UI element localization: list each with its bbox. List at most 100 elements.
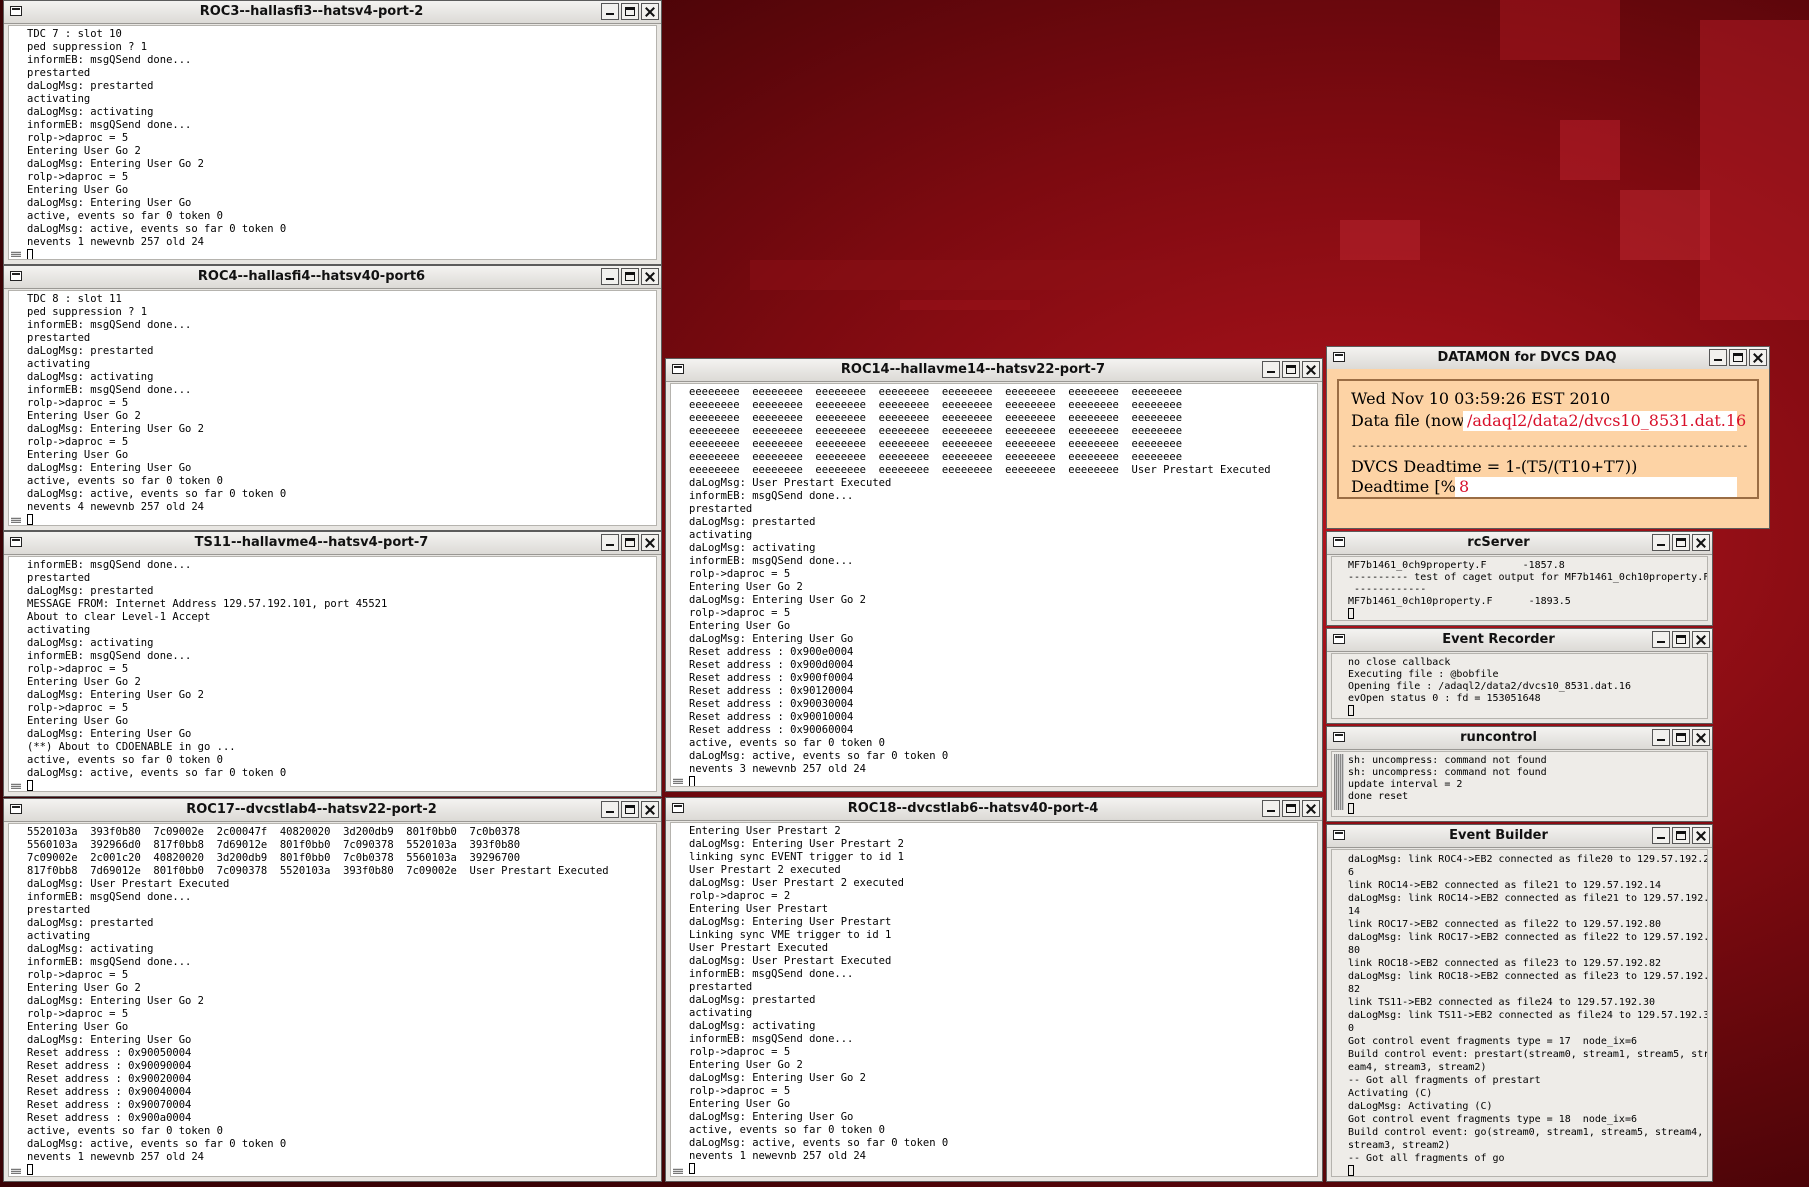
runcontrol-window[interactable]: runcontrol sh: uncompress: command not f… [1326,726,1713,822]
maximize-icon [1283,801,1299,816]
minimize-button[interactable] [1652,631,1670,648]
window-menu-icon[interactable] [672,364,684,374]
window-menu-icon[interactable] [1333,352,1345,362]
maximize-button[interactable] [1729,349,1747,366]
close-button[interactable] [641,268,659,285]
terminal-output[interactable]: sh: uncompress: command not found sh: un… [1331,751,1708,817]
close-button[interactable] [1302,800,1320,817]
text-cursor [27,514,33,525]
terminal-output[interactable]: TDC 7 : slot 10 ped suppression ? 1 info… [8,25,657,260]
close-button[interactable] [1302,361,1320,378]
window-title: ROC4--hallasfi4--hatsv40-port6 [197,269,426,284]
close-icon [1693,535,1709,550]
close-button[interactable] [641,801,659,818]
titlebar[interactable]: runcontrol [1327,727,1712,750]
terminal-window-roc4[interactable]: ROC4--hallasfi4--hatsv40-port6 TDC 8 : s… [3,265,662,531]
terminal-window-roc17[interactable]: ROC17--dvcstlab4--hatsv22-port-2 5520103… [3,798,662,1182]
window-menu-icon[interactable] [1333,830,1345,840]
minimize-icon [602,535,618,550]
minimize-button[interactable] [601,268,619,285]
datafile-label: Data file (now) [1351,411,1471,430]
close-button[interactable] [641,534,659,551]
maximize-button[interactable] [621,268,639,285]
titlebar[interactable]: DATAMON for DVCS DAQ [1327,347,1769,370]
titlebar[interactable]: ROC14--hallavme14--hatsv22-port-7 [666,359,1322,382]
minimize-button[interactable] [601,801,619,818]
minimize-button[interactable] [1262,800,1280,817]
resize-grip-icon[interactable] [11,1168,21,1174]
minimize-button[interactable] [1709,349,1727,366]
minimize-button[interactable] [601,3,619,20]
titlebar[interactable]: ROC3--hallasfi3--hatsv4-port-2 [4,1,661,24]
terminal-text: no close callback Executing file : @bobf… [1348,657,1631,704]
terminal-output[interactable]: daLogMsg: link ROC4->EB2 connected as fi… [1331,849,1708,1177]
terminal-output[interactable]: informEB: msgQSend done... prestarted da… [8,556,657,792]
maximize-button[interactable] [1672,729,1690,746]
maximize-button[interactable] [621,801,639,818]
rcserver-window[interactable]: rcServer MF7b1461_0ch9property.F -1857.8… [1326,531,1713,626]
close-button[interactable] [1692,827,1710,844]
minimize-button[interactable] [1652,534,1670,551]
titlebar[interactable]: ROC18--dvcstlab6--hatsv40-port-4 [666,798,1322,821]
resize-grip-icon[interactable] [11,251,21,257]
window-menu-icon[interactable] [10,6,22,16]
datamon-window[interactable]: DATAMON for DVCS DAQ Wed Nov 10 03:59:26… [1326,346,1770,529]
terminal-output[interactable]: Entering User Prestart 2 daLogMsg: Enter… [670,822,1318,1177]
terminal-window-roc3[interactable]: ROC3--hallasfi3--hatsv4-port-2 TDC 7 : s… [3,0,662,265]
datafile-value: /adaql2/data2/dvcs10_8531.dat.16 [1463,411,1746,431]
event-recorder-window[interactable]: Event Recorder no close callback Executi… [1326,628,1713,724]
minimize-button[interactable] [601,534,619,551]
close-button[interactable] [1692,534,1710,551]
terminal-text: Entering User Prestart 2 daLogMsg: Enter… [689,825,949,1162]
terminal-output[interactable]: MF7b1461_0ch9property.F -1857.8 --------… [1331,556,1708,621]
maximize-button[interactable] [621,3,639,20]
resize-grip-icon[interactable] [11,783,21,789]
maximize-button[interactable] [1672,631,1690,648]
terminal-output[interactable]: 5520103a 393f0b80 7c09002e 2c00047f 4082… [8,823,657,1177]
minimize-icon [1653,828,1669,843]
titlebar[interactable]: TS11--hallavme4--hatsv4-port-7 [4,532,661,555]
terminal-output[interactable]: no close callback Executing file : @bobf… [1331,653,1708,719]
maximize-button[interactable] [621,534,639,551]
close-button[interactable] [641,3,659,20]
terminal-output[interactable]: TDC 8 : slot 11 ped suppression ? 1 info… [8,290,657,526]
window-menu-icon[interactable] [1333,537,1345,547]
resize-grip-icon[interactable] [11,517,21,523]
window-title: rcServer [1467,535,1530,550]
resize-grip-icon[interactable] [673,1168,683,1174]
maximize-button[interactable] [1672,534,1690,551]
window-menu-icon[interactable] [10,537,22,547]
text-cursor [27,1164,33,1175]
resize-grip-icon[interactable] [673,778,683,784]
window-menu-icon[interactable] [1333,732,1345,742]
terminal-window-ts11[interactable]: TS11--hallavme4--hatsv4-port-7 informEB:… [3,531,662,797]
titlebar[interactable]: ROC4--hallasfi4--hatsv40-port6 [4,266,661,289]
minimize-button[interactable] [1262,361,1280,378]
window-menu-icon[interactable] [672,803,684,813]
titlebar[interactable]: rcServer [1327,532,1712,555]
minimize-button[interactable] [1652,729,1670,746]
minimize-button[interactable] [1652,827,1670,844]
close-button[interactable] [1692,729,1710,746]
maximize-button[interactable] [1282,800,1300,817]
maximize-button[interactable] [1672,827,1690,844]
titlebar[interactable]: Event Recorder [1327,629,1712,652]
scrollbar[interactable] [1334,754,1344,810]
window-menu-icon[interactable] [10,804,22,814]
maximize-icon [1673,632,1689,647]
close-button[interactable] [1692,631,1710,648]
terminal-window-roc14[interactable]: ROC14--hallavme14--hatsv22-port-7 eeeeee… [665,358,1323,792]
window-title: Event Builder [1449,828,1548,843]
titlebar[interactable]: ROC17--dvcstlab4--hatsv22-port-2 [4,799,661,822]
window-menu-icon[interactable] [1333,634,1345,644]
event-builder-window[interactable]: Event Builder daLogMsg: link ROC4->EB2 c… [1326,824,1713,1182]
terminal-output[interactable]: eeeeeeee eeeeeeee eeeeeeee eeeeeeee eeee… [670,383,1318,787]
window-menu-icon[interactable] [10,271,22,281]
maximize-button[interactable] [1282,361,1300,378]
deadtime-label: Deadtime [%]: [1351,477,1468,496]
text-cursor [27,249,33,259]
titlebar[interactable]: Event Builder [1327,825,1712,848]
close-button[interactable] [1749,349,1767,366]
maximize-icon [622,535,638,550]
terminal-window-roc18[interactable]: ROC18--dvcstlab6--hatsv40-port-4 Enterin… [665,797,1323,1182]
